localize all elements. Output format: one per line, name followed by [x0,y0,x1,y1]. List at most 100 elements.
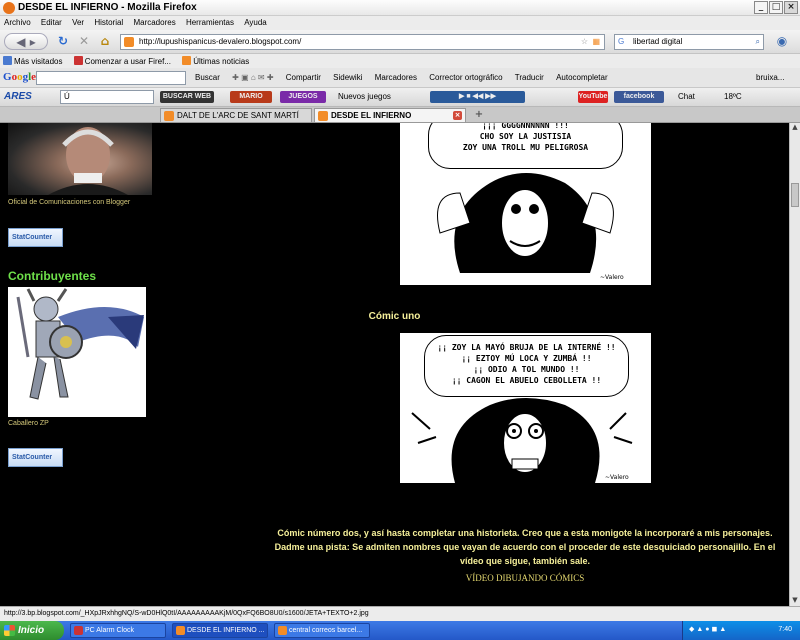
clock: 7:40 [778,626,792,633]
bookmark-star-icon[interactable]: ☆ [581,35,588,49]
title-bar: DESDE EL INFIERNO - Mozilla Firefox _ □ … [0,0,800,16]
tab-bar: DALT DE L'ARC DE SANT MARTÍ DESDE EL INF… [0,107,800,123]
video-link[interactable]: VÍDEO DIBUJANDO CÓMICS [270,573,780,583]
new-tab-button[interactable]: + [472,109,486,121]
comic-one-image[interactable]: ¡¡¡ GGGGNNNNNN !!! CHO SOY LA JUSTISIA Z… [400,123,651,285]
url-field[interactable]: http://lupushispanicus-devalero.blogspot… [120,34,605,50]
google-sidewiki-button[interactable]: Sidewiki [333,73,362,82]
menu-editar[interactable]: Editar [37,16,66,27]
svg-text:~Valero: ~Valero [605,474,629,481]
google-traducir-button[interactable]: Traducir [515,73,544,82]
menu-ayuda[interactable]: Ayuda [240,16,271,27]
tab-desde-el-infierno[interactable]: DESDE EL INFIERNO × [314,108,466,122]
comic-one-caption: Cómic uno [368,311,421,322]
chat-button[interactable]: Chat [678,92,695,101]
comic-two-image[interactable]: ¡¡ ZOY LA MAYÓ BRUJA DE LA INTERNÉ !! ¡¡… [400,333,651,483]
task-label: DESDE EL INFIERNO ... [187,627,265,634]
tab-label: DALT DE L'ARC DE SANT MARTÍ [177,111,299,120]
bookmark-mas-visitados[interactable]: Más visitados [0,54,68,66]
google-search-input[interactable] [36,71,186,85]
search-value: libertad digital [633,37,683,46]
mario-game-button[interactable]: MARIO [230,91,272,103]
menu-marcadores[interactable]: Marcadores [129,16,179,27]
photo-caption[interactable]: Oficial de Comunicaciones con Blogger [8,199,130,206]
minimize-button[interactable]: _ [754,1,768,14]
start-button[interactable]: Inicio [0,621,64,640]
google-marcadores-button[interactable]: Marcadores [375,73,417,82]
windows-taskbar: Inicio PC Alarm Clock DESDE EL INFIERNO … [0,621,800,640]
task-label: PC Alarm Clock [85,627,135,634]
ares-search-input[interactable]: Ú [60,90,154,104]
scroll-thumb[interactable] [791,183,799,207]
google-compartir-button[interactable]: Compartir [286,73,321,82]
back-forward-button[interactable]: ◀ ▸ [4,33,48,50]
home-icon[interactable]: ⌂ [98,33,112,50]
knight-image[interactable] [8,287,146,417]
tab-dalt-de-larc[interactable]: DALT DE L'ARC DE SANT MARTÍ [160,108,312,122]
author-photo[interactable] [8,123,152,195]
start-label: Inicio [18,625,45,636]
google-icons[interactable]: ✚ ▣ ⌂ ✉ ✚ [232,73,273,82]
bookmark-label: Últimas noticias [193,57,250,66]
task-desde-el-infierno[interactable]: DESDE EL INFIERNO ... [172,623,268,638]
google-corrector-button[interactable]: Corrector ortográfico [429,73,502,82]
close-tab-icon[interactable]: × [453,111,462,120]
vertical-scrollbar[interactable]: ▲ ▼ [789,123,800,606]
nuevos-juegos-link[interactable]: Nuevos juegos [338,92,391,101]
menu-historial[interactable]: Historial [90,16,127,27]
menu-herramientas[interactable]: Herramientas [182,16,238,27]
google-buscar-button[interactable]: Buscar [195,73,220,82]
search-icon[interactable]: ⌕ [756,35,760,49]
stop-icon[interactable]: ✕ [77,33,91,50]
youtube-button[interactable]: YouTube [578,91,608,103]
maximize-button[interactable]: □ [769,1,783,14]
juegos-button[interactable]: JUEGOS [280,91,326,103]
task-central-correos[interactable]: central correos barcel... [274,623,370,638]
window-title: DESDE EL INFIERNO - Mozilla Firefox [18,2,197,13]
status-url: http://3.bp.blogspot.com/_HXpJRxhhgNQ/S-… [4,610,369,617]
bookmark-comenzar[interactable]: Comenzar a usar Firef... [71,54,177,66]
system-tray: ◆▲●◼▲ 7:40 [682,621,800,640]
firefox-window: DESDE EL INFIERNO - Mozilla Firefox _ □ … [0,0,800,640]
blogger-favicon [124,37,134,47]
bookmark-ultimas-noticias[interactable]: Últimas noticias [179,54,255,66]
facebook-button[interactable]: facebook [614,91,664,103]
blogger-favicon [318,111,328,121]
google-logo: Google [3,71,37,83]
bookmark-icon [3,56,12,65]
web-search-field[interactable]: G libertad digital ⌕ [614,34,764,50]
author-portrait [48,127,128,195]
scroll-up-icon[interactable]: ▲ [790,123,800,133]
statcounter-badge[interactable]: StatCounter [8,228,63,247]
google-toolbar: Google Buscar ✚ ▣ ⌂ ✉ ✚ Compartir Sidewi… [0,68,800,88]
ares-search-value: Ú [64,92,70,101]
menu-archivo[interactable]: Archivo [0,16,35,27]
reload-icon[interactable]: ↻ [56,33,70,50]
rss-icon[interactable]: ▦ [592,35,600,49]
scroll-down-icon[interactable]: ▼ [790,596,800,606]
knight-illustration [16,288,144,400]
tray-icons[interactable]: ◆▲●◼▲ [689,625,728,633]
task-pc-alarm-clock[interactable]: PC Alarm Clock [70,623,166,638]
tab-label: DESDE EL INFIERNO [331,111,412,120]
google-account-button[interactable]: bruixa... [756,73,784,82]
knight-caption[interactable]: Caballero ZP [8,420,49,427]
navigation-toolbar: ◀ ▸ ↻ ✕ ⌂ http://lupushispanicus-devaler… [0,30,800,54]
menu-bar: Archivo Editar Ver Historial Marcadores … [0,16,800,30]
blog-content: Oficial de Comunicaciones con Blogger St… [0,123,789,606]
firefox-bookmark-icon [73,56,83,65]
search-engine-icon[interactable]: G [618,35,624,49]
alarm-icon [74,626,83,635]
buscar-web-button[interactable]: BUSCAR WEB [160,91,214,103]
radio-player[interactable]: ▶ ■ ◀◀ ▶▶ [430,91,525,103]
google-autocompletar-button[interactable]: Autocompletar [556,73,608,82]
task-label: central correos barcel... [289,627,363,634]
close-button[interactable]: × [784,1,798,14]
rss-icon [182,56,192,65]
menu-ver[interactable]: Ver [68,16,88,27]
ares-toolbar: ARES Ú BUSCAR WEB MARIO JUEGOS Nuevos ju… [0,88,800,107]
blogger-favicon [164,111,174,121]
comic-two-drawing: ~Valero [411,398,633,483]
addon-globe-icon[interactable]: ◉ [772,33,792,50]
statcounter-badge-2[interactable]: StatCounter [8,448,63,467]
